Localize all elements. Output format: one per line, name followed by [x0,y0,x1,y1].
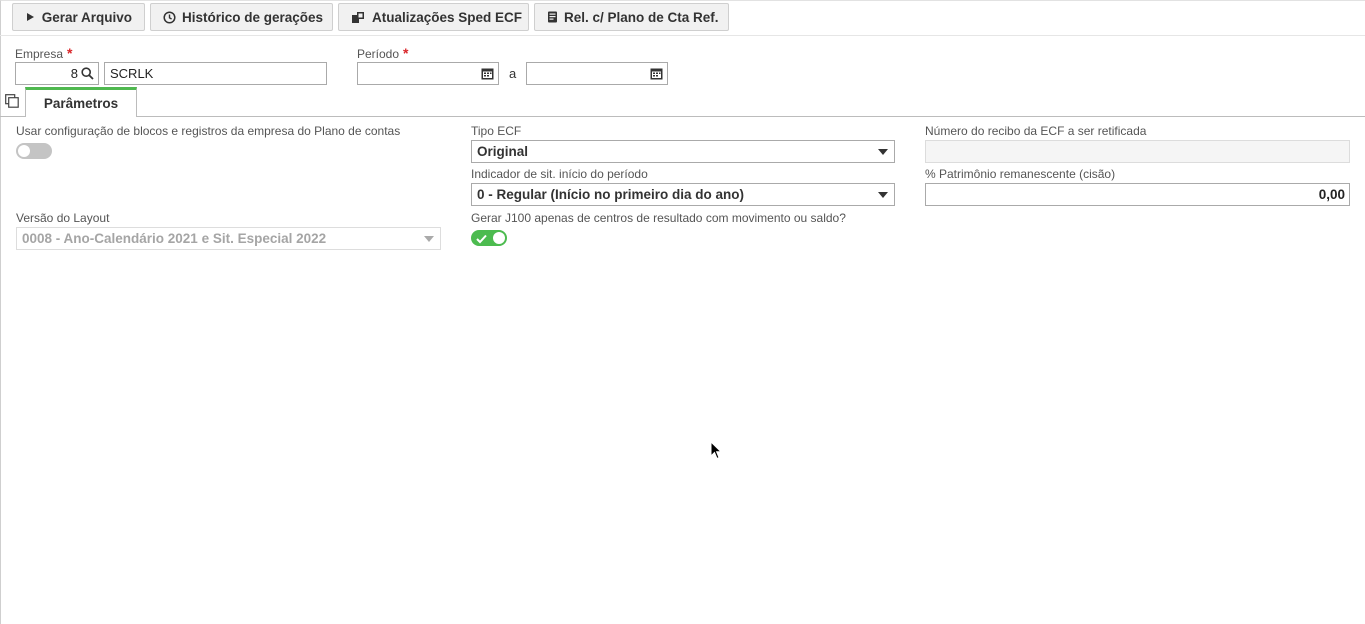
mouse-cursor-icon [710,440,723,460]
numero-recibo-input[interactable] [925,140,1350,163]
chevron-down-icon [878,149,888,155]
toggle-knob [493,232,505,244]
check-icon [476,233,487,247]
tab-parametros[interactable]: Parâmetros [25,87,137,117]
toolbar: Gerar Arquivo Histórico de gerações Atua… [0,0,1365,36]
periodo-end-input[interactable] [526,62,668,85]
search-icon[interactable] [81,67,94,80]
empresa-code-input[interactable]: 8 [15,62,99,85]
tipo-ecf-label: Tipo ECF [471,124,522,138]
chevron-down-icon [878,192,888,198]
historico-geracoes-label: Histórico de gerações [182,9,324,25]
atualizacoes-sped-ecf-button[interactable]: Atualizações Sped ECF [338,3,529,31]
toggle-knob [18,145,30,157]
calendar-icon[interactable] [650,67,663,80]
tipo-ecf-select[interactable]: Original [471,140,895,163]
periodo-start-input[interactable] [357,62,499,85]
copy-icon[interactable] [5,94,19,108]
indicador-label: Indicador de sit. início do período [471,167,648,181]
clock-icon [163,10,176,24]
required-mark: * [403,45,409,61]
required-mark: * [67,45,73,61]
indicador-select[interactable]: 0 - Regular (Início no primeiro dia do a… [471,183,895,206]
gerar-arquivo-label: Gerar Arquivo [41,9,132,25]
empresa-label: Empresa * [15,45,73,61]
periodo-label: Período * [357,45,409,61]
chevron-down-icon [424,236,434,242]
refresh-docs-icon [351,10,366,24]
usar-config-toggle[interactable] [16,143,52,159]
periodo-separator: a [509,66,517,81]
usar-config-label: Usar configuração de blocos e registros … [16,124,401,138]
calendar-icon[interactable] [481,67,494,80]
play-icon [25,10,36,24]
tab-bar: Parâmetros [0,87,1365,117]
historico-geracoes-button[interactable]: Histórico de gerações [150,3,333,31]
versao-layout-select[interactable]: 0008 - Ano-Calendário 2021 e Sit. Especi… [16,227,441,250]
document-icon [547,10,558,24]
atualizacoes-sped-ecf-label: Atualizações Sped ECF [372,9,523,25]
patrimonio-label: % Patrimônio remanescente (cisão) [925,167,1116,181]
versao-layout-label: Versão do Layout [16,211,110,225]
rel-plano-cta-ref-button[interactable]: Rel. c/ Plano de Cta Ref. [534,3,729,31]
patrimonio-input[interactable]: 0,00 [925,183,1350,206]
gerar-j100-toggle[interactable] [471,230,507,246]
gerar-j100-label: Gerar J100 apenas de centros de resultad… [471,211,846,225]
numero-recibo-label: Número do recibo da ECF a ser retificada [925,124,1147,138]
empresa-name-input[interactable]: SCRLK [104,62,327,85]
gerar-arquivo-button[interactable]: Gerar Arquivo [12,3,145,31]
rel-plano-cta-ref-label: Rel. c/ Plano de Cta Ref. [564,9,719,25]
